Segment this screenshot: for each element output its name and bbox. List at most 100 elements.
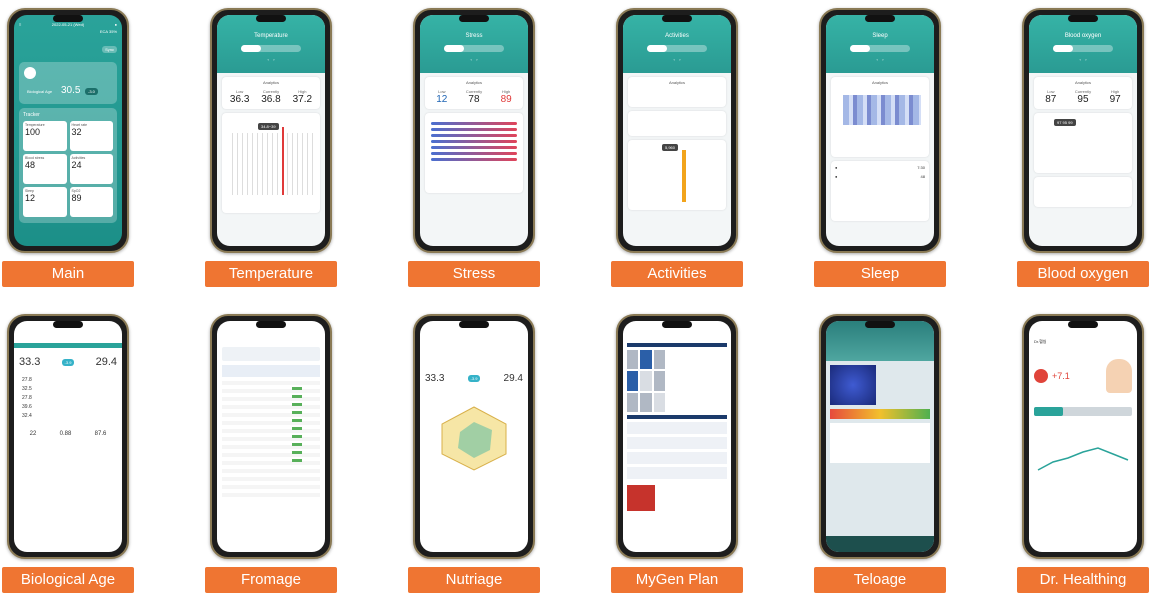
- sleep-chart: Analytics: [831, 77, 929, 157]
- tile-activities[interactable]: Activities 24: [69, 154, 113, 184]
- label-dr-healthing: Dr. Healthing: [1017, 567, 1149, 593]
- phone-notch: [53, 15, 83, 22]
- stat-current: Currently 95: [1074, 89, 1092, 105]
- phone-stress: Stress ‹ › Analytics Low 12 Currently 78 Hi…: [413, 8, 535, 253]
- sync-button[interactable]: Sync: [102, 46, 117, 53]
- period-tabs[interactable]: [1053, 45, 1113, 52]
- real-age-value: 29.4: [95, 356, 117, 368]
- nutri-bio-age: 33.3: [425, 373, 445, 384]
- screen-title: Temperature: [254, 33, 288, 39]
- activity-goal-card: [628, 111, 726, 136]
- profile-card: Biological Age 30.5 -3.0: [19, 62, 117, 104]
- alert-icon: [1034, 369, 1048, 383]
- gene-grid: [627, 350, 665, 412]
- bell-icon[interactable]: ●: [115, 22, 117, 27]
- teloage-screen: [826, 321, 934, 552]
- label-blood-oxygen: Blood oxygen: [1017, 261, 1149, 287]
- phone-activities: Activities ‹ › Analytics 5,960: [616, 8, 738, 253]
- oxygen-chart: 97 95 99: [1034, 113, 1132, 173]
- phone-notch: [662, 321, 692, 328]
- plan-table: [627, 422, 727, 482]
- phone-notch: [1068, 321, 1098, 328]
- oxygen-trend: [1034, 177, 1132, 207]
- period-tabs[interactable]: [647, 45, 707, 52]
- chart-tooltip: 97 95 99: [1054, 119, 1076, 126]
- stat-current: Currently 78: [465, 89, 483, 105]
- screen-title: Blood oxygen: [1064, 33, 1102, 39]
- main-screen: ≡ 2022-05-21 (Wed) ● ECA 35% Sync Biolog…: [14, 15, 122, 246]
- analytics-title: Analytics: [668, 80, 685, 85]
- sleep-total: 7:30: [917, 165, 925, 170]
- stat-low: Low 36.3: [229, 89, 250, 105]
- analytics-title: Analytics: [262, 80, 279, 85]
- stress-screen: Stress ‹ › Analytics Low 12 Currently 78 Hi…: [420, 15, 528, 246]
- doctor-avatar: [1106, 359, 1132, 393]
- tile-temperature[interactable]: Temperature 100: [23, 121, 67, 151]
- label-main: Main: [2, 261, 134, 287]
- tracker-card: Tracker Temperature 100 Heart rate 32 Bloo…: [19, 108, 117, 223]
- phone-notch: [256, 321, 286, 328]
- app-showcase-grid: ≡ 2022-05-21 (Wed) ● ECA 35% Sync Biolog…: [0, 0, 1151, 595]
- temperature-chart: 34.8~39: [222, 113, 320, 213]
- phone-sleep: Sleep ‹ › Analytics ● 7:30 ● 48: [819, 8, 941, 253]
- nutri-real-age: 29.4: [503, 373, 523, 384]
- stat-high: High 97: [1109, 89, 1121, 105]
- bio-age-value: 33.3: [19, 356, 41, 368]
- label-fromage: Fromage: [205, 567, 337, 593]
- red-badge: [627, 485, 655, 511]
- fromage-table: [222, 381, 320, 501]
- tracker-title: Tracker: [23, 112, 40, 118]
- avatar: [24, 67, 36, 79]
- label-sleep: Sleep: [814, 261, 946, 287]
- phone-main: ≡ 2022-05-21 (Wed) ● ECA 35% Sync Biolog…: [7, 8, 129, 253]
- label-stress: Stress: [408, 261, 540, 287]
- phone-teloage: [819, 314, 941, 559]
- chart-tooltip: 5,960: [662, 144, 679, 151]
- fromage-screen: [217, 321, 325, 552]
- phone-mygen-plan: [616, 314, 738, 559]
- period-tabs[interactable]: [850, 45, 910, 52]
- label-mygen-plan: MyGen Plan: [611, 567, 743, 593]
- sleep-efficiency: 48: [920, 174, 925, 179]
- bio-age-delta: -3.9: [61, 358, 75, 366]
- phone-notch: [1068, 15, 1098, 22]
- tile-spo2[interactable]: SpO2 89: [69, 187, 113, 217]
- tile-sleep[interactable]: Sleep 12: [23, 187, 67, 217]
- activities-chart: 5,960: [628, 140, 726, 210]
- stat-low: Low 12: [436, 89, 448, 105]
- analytics-title: Analytics: [465, 80, 482, 85]
- activities-screen: Activities ‹ › Analytics 5,960: [623, 15, 731, 246]
- label-biological-age: Biological Age: [2, 567, 134, 593]
- period-tabs[interactable]: [444, 45, 504, 52]
- phone-blood-oxygen: Blood oxygen ‹ › Analytics Low 87 Currentl…: [1022, 8, 1144, 253]
- main-date: 2022-05-21 (Wed): [51, 22, 85, 27]
- phone-fromage: [210, 314, 332, 559]
- progress-bar: [1034, 407, 1132, 416]
- stat-high: High 89: [500, 89, 512, 105]
- telomere-image: [830, 365, 876, 405]
- temperature-screen: Temperature ‹ › Analytics Low 36.3 Current…: [217, 15, 325, 246]
- battery-status: ECA 35%: [99, 29, 117, 34]
- sleep-summary: ● 7:30 ● 48: [831, 161, 929, 221]
- tile-heart-rate[interactable]: Heart rate 32: [69, 121, 113, 151]
- phone-notch: [53, 321, 83, 328]
- tile-blood-stress[interactable]: Blood stress 48: [23, 154, 67, 184]
- nutrient-radar: [441, 406, 507, 471]
- phone-temperature: Temperature ‹ › Analytics Low 36.3 Current…: [210, 8, 332, 253]
- phone-biological-age: 33.3 -3.9 29.4 27.8 32.5 27.8 39.6 32.4 22 0.…: [7, 314, 129, 559]
- phone-notch: [256, 15, 286, 22]
- mygen-screen: [623, 321, 731, 552]
- label-nutriage: Nutriage: [408, 567, 540, 593]
- bioage-screen: 33.3 -3.9 29.4 27.8 32.5 27.8 39.6 32.4 22 0.…: [14, 321, 122, 552]
- phone-notch: [865, 321, 895, 328]
- nutriage-screen: 33.3 -3.9 29.4: [420, 321, 528, 552]
- phone-notch: [662, 15, 692, 22]
- screen-title: Activities: [665, 33, 689, 39]
- chart-cursor: [282, 127, 284, 195]
- menu-icon[interactable]: ≡: [19, 22, 21, 27]
- label-teloage: Teloage: [814, 567, 946, 593]
- period-tabs[interactable]: [241, 45, 301, 52]
- dr-screen: Dr.헬씽 +7.1: [1029, 321, 1137, 552]
- nutri-delta: -3.9: [467, 375, 481, 382]
- organ-age-list: 27.8 32.5 27.8 39.6 32.4: [22, 377, 32, 419]
